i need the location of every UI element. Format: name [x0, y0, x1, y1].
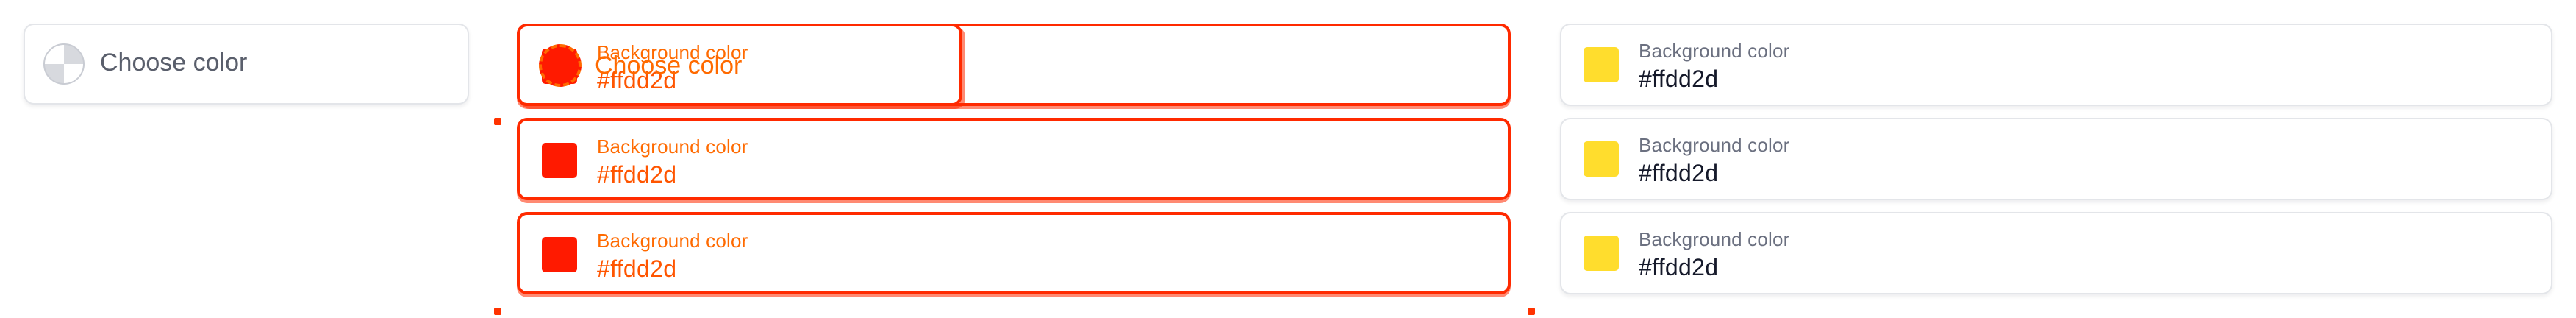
- color-swatch: [542, 143, 577, 178]
- choose-color-placeholder: Choose color: [100, 49, 248, 77]
- transparent-checker-icon: [43, 43, 85, 85]
- color-swatch: [1584, 236, 1619, 271]
- background-color-picker-2[interactable]: Background color #ffdd2d: [1560, 118, 2552, 200]
- background-color-label: Background color: [1639, 40, 1790, 62]
- background-color-picker-3[interactable]: Background color #ffdd2d: [1560, 212, 2552, 294]
- background-color-value: #ffdd2d: [597, 255, 677, 282]
- color-swatch: [1584, 47, 1619, 82]
- color-swatch: [542, 237, 577, 272]
- red-circle-swatch-icon: [539, 44, 582, 87]
- selection-corner-marker: [494, 118, 501, 125]
- selection-corner-marker: [1528, 308, 1535, 315]
- color-swatch: [1584, 141, 1619, 177]
- background-color-label: Background color: [1639, 134, 1790, 156]
- background-color-label: Background color: [597, 230, 748, 252]
- background-color-value: #ffdd2d: [1639, 254, 1719, 280]
- choose-color-picker-overlay[interactable]: Choose color: [517, 24, 962, 106]
- background-color-picker-highlighted-3[interactable]: Background color #ffdd2d: [517, 212, 1511, 294]
- choose-color-placeholder: Choose color: [595, 52, 743, 80]
- selection-corner-marker: [494, 308, 501, 315]
- choose-color-picker[interactable]: Choose color: [24, 24, 469, 105]
- background-color-label: Background color: [597, 135, 748, 158]
- background-color-value: #ffdd2d: [597, 161, 677, 188]
- background-color-value: #ffdd2d: [1639, 66, 1719, 92]
- background-color-picker-1[interactable]: Background color #ffdd2d: [1560, 24, 2552, 106]
- background-color-value: #ffdd2d: [1639, 160, 1719, 186]
- background-color-picker-highlighted-2[interactable]: Background color #ffdd2d: [517, 118, 1511, 200]
- background-color-label: Background color: [1639, 228, 1790, 250]
